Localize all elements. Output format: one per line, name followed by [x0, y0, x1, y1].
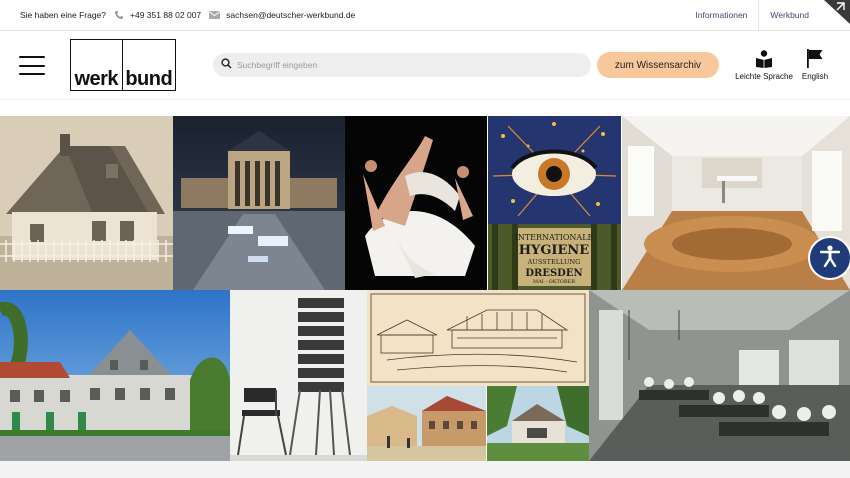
search-input[interactable]	[237, 60, 567, 70]
photo-garden-city-houses[interactable]	[0, 290, 230, 461]
contact-question: Sie haben eine Frage?	[20, 10, 107, 20]
photo-historic-workshop[interactable]	[589, 290, 850, 461]
poster-line2: HYGIENE	[519, 243, 590, 258]
phone-link[interactable]: +49 351 88 02 007	[130, 10, 201, 20]
knowledge-archive-button[interactable]: zum Wissensarchiv	[597, 52, 719, 78]
top-bar: Sie haben eine Frage? +49 351 88 02 007 …	[0, 0, 850, 31]
phone-icon	[114, 10, 124, 20]
poster-hygiene-exhibition[interactable]: INTERNATIONALE HYGIENE AUSSTELLUNG DRESD…	[488, 116, 621, 290]
page-bottom	[0, 461, 850, 478]
accessibility-button[interactable]	[810, 238, 850, 278]
poster-line3: AUSSTELLUNG	[527, 258, 581, 266]
english-link[interactable]: English	[798, 46, 832, 81]
main-header: werk bund zum Wissensarchiv Leichte Spra…	[0, 31, 850, 100]
photo-modern-house[interactable]	[487, 386, 589, 461]
informationen-link[interactable]: Informationen	[684, 0, 758, 30]
contact-info: Sie haben eine Frage? +49 351 88 02 007 …	[0, 10, 355, 20]
easy-language-link[interactable]: Leichte Sprache	[734, 46, 794, 81]
corner-arrow-icon[interactable]	[824, 0, 850, 24]
image-collage: INTERNATIONALE HYGIENE AUSSTELLUNG DRESD…	[0, 116, 850, 461]
easy-language-label: Leichte Sprache	[735, 72, 793, 81]
poster-line5: MAI - OKTOBER	[533, 279, 575, 285]
english-label: English	[801, 72, 829, 81]
photo-festival-hall-night[interactable]	[173, 116, 345, 290]
search-icon[interactable]	[221, 56, 232, 74]
photo-stacked-chairs[interactable]	[230, 290, 367, 461]
search-bar	[213, 53, 591, 77]
menu-icon[interactable]	[19, 56, 45, 75]
logo-bund: bund	[125, 68, 173, 90]
mail-icon	[209, 11, 221, 19]
poster-line1: INTERNATIONALE	[515, 233, 594, 242]
photo-sepia-house[interactable]	[0, 116, 173, 290]
logo-werk: werk	[71, 40, 123, 90]
flag-icon	[807, 46, 823, 68]
top-links: Informationen Werkbund	[684, 0, 820, 30]
photo-dancers[interactable]	[345, 116, 487, 290]
poster-line4: DRESDEN	[525, 268, 582, 279]
postcard-street[interactable]	[367, 386, 486, 461]
sketch-town-view[interactable]	[367, 290, 589, 386]
easy-language-icon	[755, 46, 773, 68]
werkbund-logo[interactable]: werk bund	[70, 39, 176, 91]
email-link[interactable]: sachsen@deutscher-werkbund.de	[226, 10, 355, 20]
werkbund-link[interactable]: Werkbund	[759, 0, 820, 30]
accessibility-icon	[819, 244, 841, 272]
